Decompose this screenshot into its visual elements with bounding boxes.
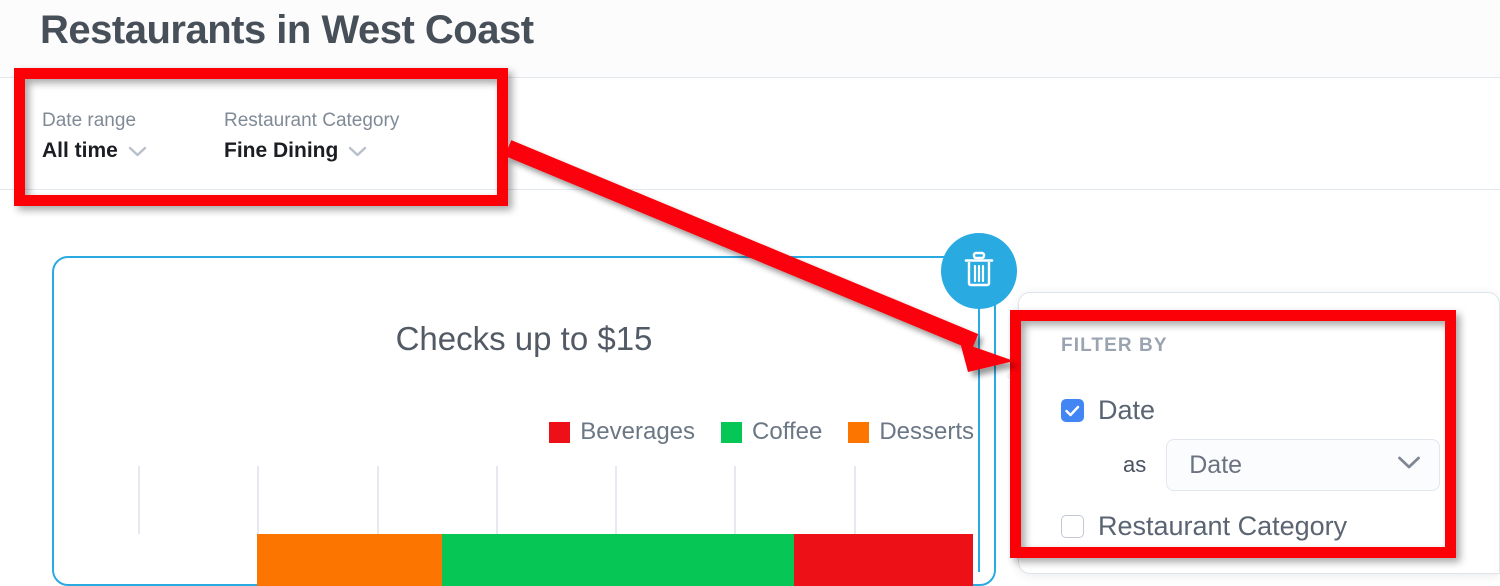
legend-label: Coffee xyxy=(752,418,823,445)
gridline xyxy=(376,466,379,534)
as-select-value: Date xyxy=(1189,450,1243,479)
chart-title: Checks up to $15 xyxy=(395,320,653,357)
filter-row-label-date: Date xyxy=(1098,395,1156,425)
as-label: as xyxy=(1123,452,1147,477)
bar-segment-coffee[interactable] xyxy=(442,534,795,586)
gridline xyxy=(495,466,498,534)
popover-tail xyxy=(1008,365,1019,387)
chart-card[interactable]: Checks up to $15 Beverages Coffee Desser… xyxy=(52,256,996,586)
as-select[interactable]: Date xyxy=(1166,439,1441,491)
gridline xyxy=(257,466,260,534)
delete-button-stem xyxy=(978,272,980,572)
app-header: Restaurants in West Coast xyxy=(0,0,1500,78)
gridline xyxy=(615,466,618,534)
chevron-down-icon xyxy=(128,145,147,158)
check-icon xyxy=(1065,405,1080,416)
filter-value-restaurant-category: Fine Dining xyxy=(224,139,339,162)
chevron-down-icon xyxy=(1397,455,1421,475)
chevron-down-icon xyxy=(348,145,367,158)
gridline xyxy=(853,466,856,534)
bar-segment-beverages[interactable] xyxy=(794,534,973,586)
filter-by-heading: FILTER BY xyxy=(1061,335,1168,356)
legend-swatch-desserts xyxy=(848,421,870,443)
delete-button[interactable] xyxy=(941,233,1017,309)
legend-item[interactable]: Coffee xyxy=(721,418,822,446)
filter-as-row: as Date xyxy=(1123,439,1441,491)
trash-icon xyxy=(961,250,997,293)
legend-item[interactable]: Desserts xyxy=(848,418,974,446)
gridline xyxy=(138,466,140,534)
legend-label: Desserts xyxy=(879,418,974,445)
filter-value-date-range: All time xyxy=(42,139,118,162)
legend-label: Beverages xyxy=(580,418,696,445)
checkbox-restaurant-category[interactable] xyxy=(1061,515,1084,538)
filter-popover: FILTER BY Date as Date Restaurant Catego… xyxy=(1008,292,1500,574)
stacked-bar[interactable] xyxy=(257,534,973,586)
filter-bar: Date range All time Restaurant Category … xyxy=(0,79,1500,190)
filter-control-restaurant-category[interactable]: Restaurant Category Fine Dining xyxy=(224,109,399,163)
filter-control-date-range[interactable]: Date range All time xyxy=(42,109,147,163)
legend-swatch-coffee xyxy=(721,421,743,443)
legend-item[interactable]: Beverages xyxy=(549,418,695,446)
filter-row-restaurant-category[interactable]: Restaurant Category xyxy=(1061,511,1347,542)
filter-label-restaurant-category: Restaurant Category xyxy=(224,110,400,131)
filter-row-label-restaurant-category: Restaurant Category xyxy=(1098,511,1348,541)
checkbox-date[interactable] xyxy=(1061,399,1084,422)
page-title: Restaurants in West Coast xyxy=(40,8,534,52)
filter-row-date[interactable]: Date xyxy=(1061,395,1155,426)
plot-area xyxy=(138,466,973,586)
gridline xyxy=(734,466,737,534)
filter-label-date-range: Date range xyxy=(42,110,137,131)
chart-legend: Beverages Coffee Desserts xyxy=(549,418,974,446)
legend-swatch-beverages xyxy=(549,421,571,443)
bar-segment-desserts[interactable] xyxy=(257,534,443,586)
